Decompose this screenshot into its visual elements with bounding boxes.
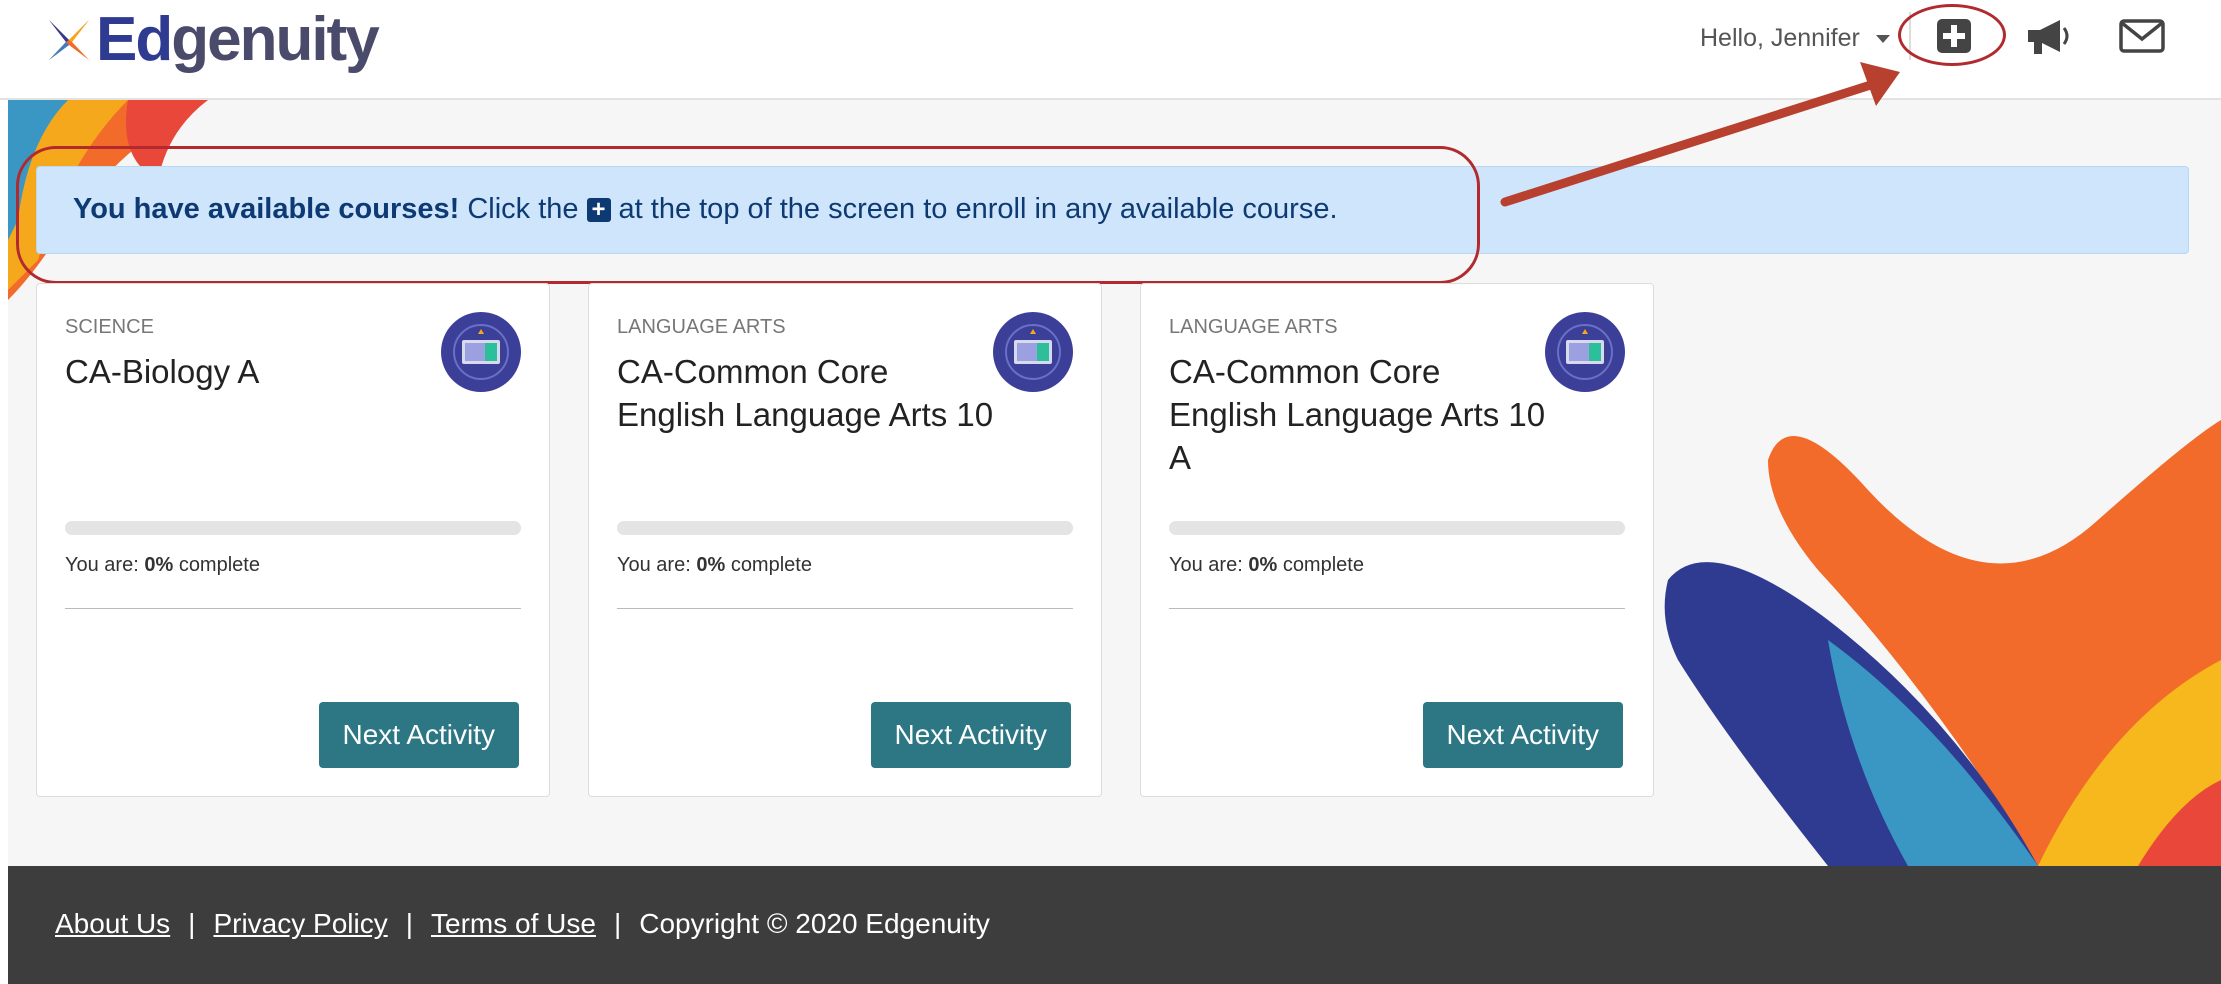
footer-links: About Us | Privacy Policy | Terms of Use…: [55, 908, 990, 940]
caret-down-icon: [1875, 34, 1890, 43]
progress-text: You are: 0% complete: [617, 554, 812, 577]
footer-separator: |: [405, 908, 413, 939]
progress-label: You are:: [65, 554, 139, 576]
megaphone-icon: [2028, 20, 2069, 54]
course-badge-icon: [441, 312, 521, 392]
progress-value: 0%: [1248, 554, 1278, 576]
greeting-text: Hello, Jennifer: [1700, 24, 1860, 52]
messages-button[interactable]: [2118, 12, 2166, 60]
user-menu[interactable]: Hello, Jennifer: [1700, 24, 1890, 53]
privacy-policy-link[interactable]: Privacy Policy: [213, 908, 387, 940]
course-card[interactable]: LANGUAGE ARTS CA-Common Core English Lan…: [1140, 283, 1654, 797]
course-subject: LANGUAGE ARTS: [617, 316, 786, 338]
next-activity-button[interactable]: Next Activity: [1422, 702, 1623, 768]
progress-text: You are: 0% complete: [1169, 554, 1364, 577]
copyright-text: Copyright © 2020 Edgenuity: [639, 908, 990, 939]
course-title: CA-Common Core English Language Arts 10: [617, 353, 994, 433]
course-badge-icon: [1545, 312, 1625, 392]
progress-bar: [617, 521, 1073, 535]
course-title: CA-Biology A: [65, 353, 260, 390]
course-subject: LANGUAGE ARTS: [1169, 316, 1338, 338]
screen-icon: [1557, 324, 1613, 380]
logo-text: Edgenuity: [96, 9, 380, 71]
progress-label: You are:: [1169, 554, 1243, 576]
announcements-button[interactable]: [2024, 12, 2072, 60]
next-activity-button[interactable]: Next Activity: [318, 702, 519, 768]
progress-bar: [1169, 521, 1625, 535]
course-title: CA-Common Core English Language Arts 10 …: [1169, 353, 1546, 476]
card-divider: [617, 608, 1073, 609]
progress-value: 0%: [144, 554, 174, 576]
envelope-icon: [2119, 19, 2165, 53]
progress-value: 0%: [696, 554, 726, 576]
edgenuity-logo[interactable]: Edgenuity: [44, 6, 380, 74]
complete-label: complete: [1282, 554, 1364, 576]
terms-of-use-link[interactable]: Terms of Use: [431, 908, 596, 940]
complete-label: complete: [730, 554, 812, 576]
footer-separator: |: [613, 908, 622, 939]
card-divider: [1169, 608, 1625, 609]
logo-ed: Ed: [96, 5, 173, 74]
annotation-rounded-box: [16, 146, 1480, 284]
about-us-link[interactable]: About Us: [55, 908, 170, 940]
progress-label: You are:: [617, 554, 691, 576]
logo-star-icon: [49, 20, 89, 60]
progress-bar: [65, 521, 521, 535]
next-activity-button[interactable]: Next Activity: [870, 702, 1071, 768]
progress-text: You are: 0% complete: [65, 554, 260, 577]
annotation-ellipse: [1898, 4, 2006, 66]
course-card[interactable]: LANGUAGE ARTS CA-Common Core English Lan…: [588, 283, 1102, 797]
complete-label: complete: [178, 554, 260, 576]
course-badge-icon: [993, 312, 1073, 392]
footer: About Us | Privacy Policy | Terms of Use…: [8, 866, 2221, 984]
screen-icon: [453, 324, 509, 380]
course-subject: SCIENCE: [65, 316, 154, 338]
screen-icon: [1005, 324, 1061, 380]
course-card[interactable]: SCIENCE CA-Biology A You are: 0% complet…: [36, 283, 550, 797]
logo-genuity: genuity: [171, 5, 379, 74]
footer-separator: |: [188, 908, 196, 939]
header: Edgenuity Hello, Jennifer: [0, 0, 2221, 100]
card-divider: [65, 608, 521, 609]
